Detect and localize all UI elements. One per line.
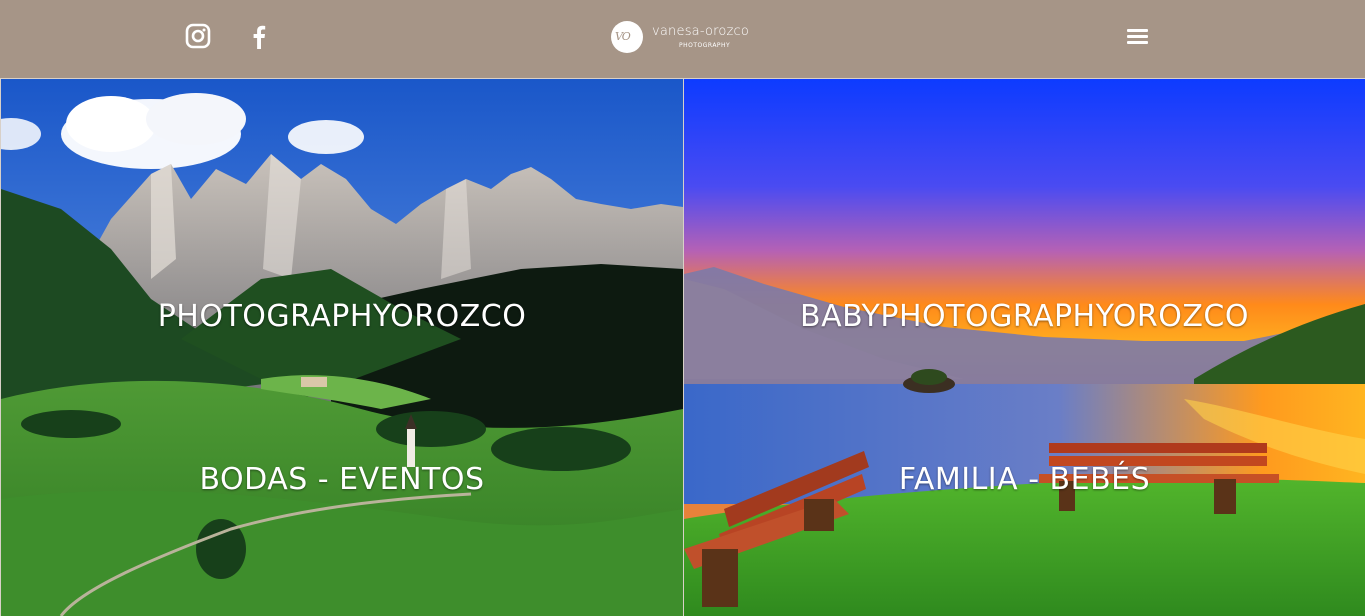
mountain-landscape-image [1,79,683,616]
instagram-link[interactable] [185,22,211,50]
hamburger-line [1127,35,1148,38]
familia-bebes-link[interactable]: FAMILIA - BEBÉS [684,462,1365,497]
hamburger-line [1127,41,1148,44]
panel-bodas-eventos[interactable]: PHOTOGRAPHYOROZCO BODAS - EVENTOS [0,78,684,616]
panel-title: PHOTOGRAPHYOROZCO [157,299,527,334]
logo-mark-icon: VO [611,21,643,53]
top-navigation-bar: VO vanesa-orozco PHOTOGRAPHY [0,0,1365,78]
instagram-icon [185,23,211,49]
panel-familia-bebes[interactable]: BABYPHOTOGRAPHYOROZCO FAMILIA - BEBÉS [684,78,1365,616]
hamburger-menu-icon [1127,29,1148,32]
logo-subtitle: PHOTOGRAPHY [679,42,731,49]
lake-sunset-image [684,79,1365,616]
site-logo[interactable]: VO vanesa-orozco PHOTOGRAPHY [611,20,761,56]
logo-name: vanesa-orozco [652,24,750,39]
panel-title: BABYPHOTOGRAPHYOROZCO [800,299,1249,334]
facebook-link[interactable] [246,22,272,50]
facebook-icon [253,25,266,49]
hamburger-menu-button[interactable] [1125,26,1151,48]
bodas-eventos-link[interactable]: BODAS - EVENTOS [1,462,683,497]
